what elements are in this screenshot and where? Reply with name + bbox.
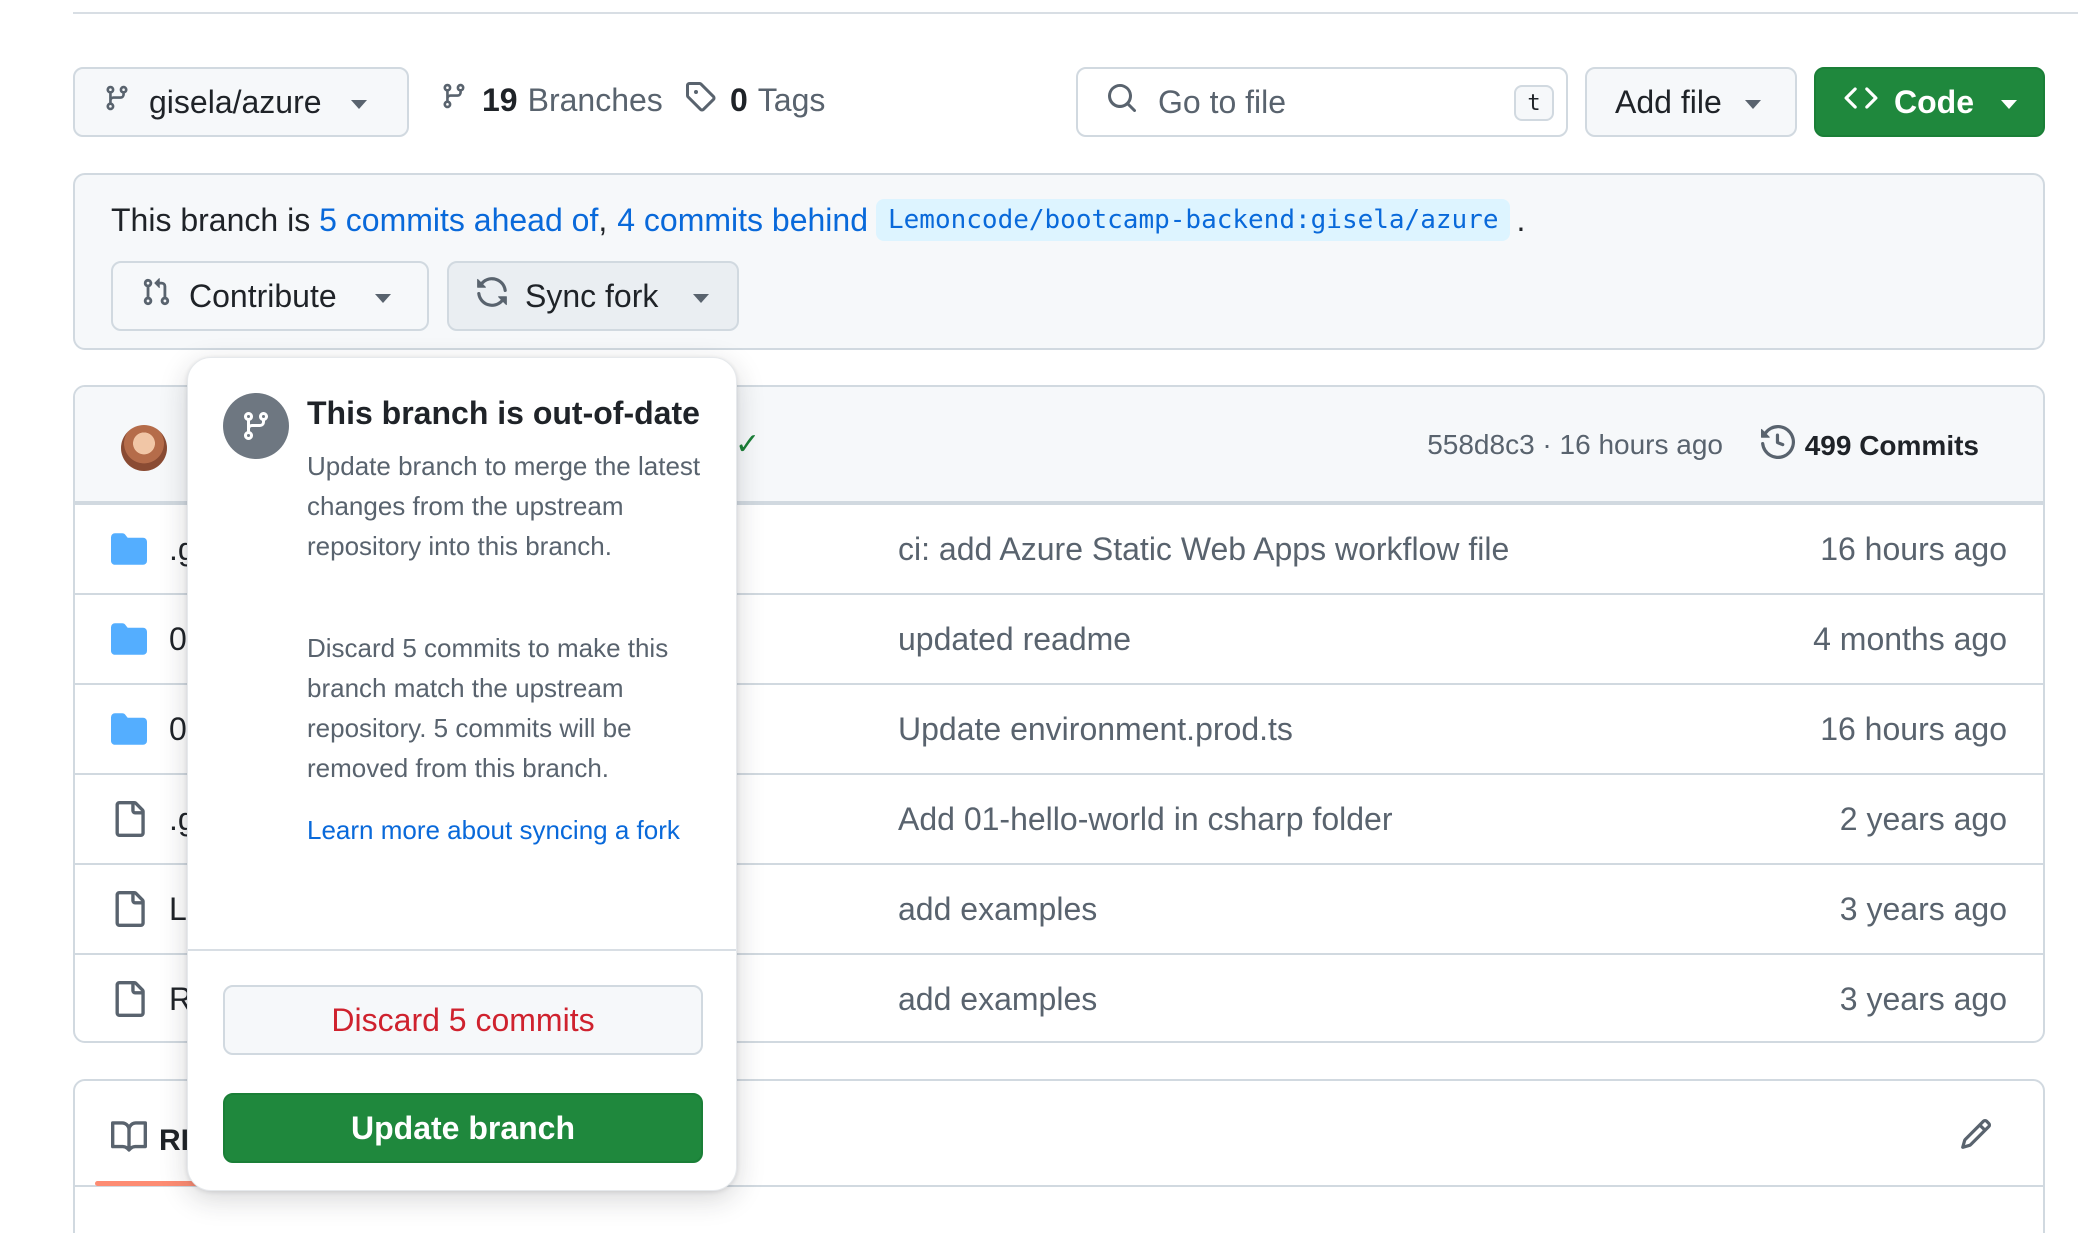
code-label: Code: [1894, 83, 1974, 120]
tag-icon: [684, 80, 716, 120]
readme-tab[interactable]: RI: [111, 1119, 189, 1163]
popover-update-description: Update branch to merge the latest change…: [307, 451, 701, 561]
pull-request-icon: [141, 276, 171, 316]
branches-link[interactable]: 19 Branches: [440, 80, 663, 120]
file-icon: [111, 891, 147, 935]
sync-fork-popover: This branch is out-of-date Update branch…: [187, 357, 737, 1191]
book-icon: [111, 1119, 148, 1163]
banner-period: .: [1516, 201, 1526, 238]
file-icon: [111, 801, 147, 845]
chevron-down-icon: [351, 100, 367, 109]
popover-title: This branch is out-of-date: [307, 395, 700, 431]
tags-count: 0: [730, 81, 748, 118]
chevron-down-icon: [375, 294, 391, 303]
check-icon[interactable]: ✓: [735, 427, 760, 462]
code-icon: [1844, 81, 1878, 123]
learn-more-link[interactable]: Learn more about syncing a fork: [307, 810, 687, 850]
git-branch-icon: [103, 82, 131, 122]
file-name[interactable]: L: [169, 891, 187, 928]
commit-time: 4 months ago: [1813, 621, 2007, 657]
chevron-down-icon: [693, 294, 709, 303]
search-icon: [1106, 82, 1138, 122]
popover-discard-description: Discard 5 commits to make this branch ma…: [307, 633, 669, 783]
sync-fork-button[interactable]: Sync fork: [447, 261, 739, 331]
banner-prefix: This branch is: [111, 201, 320, 238]
commit-message-link[interactable]: ci: add Azure Static Web Apps workflow f…: [898, 531, 1509, 568]
fork-status-banner: This branch is 5 commits ahead of , 4 co…: [73, 173, 2045, 350]
tags-link[interactable]: 0 Tags: [684, 80, 825, 120]
folder-icon: [111, 711, 147, 755]
add-file-label: Add file: [1615, 83, 1722, 120]
folder-icon: [111, 531, 147, 575]
top-divider: [73, 12, 2078, 14]
commit-message-link[interactable]: Update environment.prod.ts: [898, 711, 1293, 748]
branches-count: 19: [482, 81, 518, 118]
branch-name: gisela/azure: [149, 83, 322, 120]
commit-message-link[interactable]: add examples: [898, 981, 1097, 1018]
chevron-down-icon: [2001, 100, 2017, 109]
git-branch-icon: [223, 393, 289, 459]
commits-ahead-link[interactable]: 5 commits ahead of: [319, 202, 598, 239]
discard-commits-button[interactable]: Discard 5 commits: [223, 985, 703, 1055]
file-name[interactable]: 0: [169, 711, 187, 748]
commit-time: 3 years ago: [1839, 891, 2007, 927]
readme-tab-label: RI: [159, 1124, 189, 1157]
sync-icon: [475, 275, 509, 317]
banner-comma: ,: [598, 201, 608, 238]
search-placeholder: Go to file: [1158, 83, 1287, 120]
commit-time: 16 hours ago: [1820, 531, 2007, 567]
commit-message-link[interactable]: add examples: [898, 891, 1097, 928]
git-branch-icon: [440, 80, 468, 120]
fork-status-text: This branch is 5 commits ahead of , 4 co…: [111, 199, 1525, 241]
commit-message-link[interactable]: Add 01-hello-world in csharp folder: [898, 801, 1392, 838]
commit-time: 16 hours ago: [1820, 711, 2007, 747]
pencil-icon[interactable]: [1959, 1117, 1993, 1156]
tags-label: Tags: [757, 81, 826, 118]
branch-selector-button[interactable]: gisela/azure: [73, 67, 409, 137]
contribute-button[interactable]: Contribute: [111, 261, 429, 331]
file-icon: [111, 981, 147, 1025]
go-to-file-input[interactable]: Go to file t: [1076, 67, 1568, 137]
latest-commit-hash-time[interactable]: 558d8c3 · 16 hours ago: [1427, 429, 1723, 461]
branches-label: Branches: [527, 81, 663, 118]
add-file-button[interactable]: Add file: [1585, 67, 1797, 137]
keyboard-shortcut-hint: t: [1514, 85, 1554, 121]
file-name[interactable]: 0: [169, 621, 187, 658]
folder-icon: [111, 621, 147, 665]
commit-message-link[interactable]: updated readme: [898, 621, 1131, 658]
upstream-branch-ref[interactable]: Lemoncode/bootcamp-backend:gisela/azure: [876, 199, 1511, 241]
commit-time: 2 years ago: [1839, 801, 2007, 837]
popover-divider: [188, 949, 736, 951]
sync-fork-label: Sync fork: [525, 277, 659, 314]
history-icon: [1760, 424, 1795, 466]
code-button[interactable]: Code: [1814, 67, 2045, 137]
contribute-label: Contribute: [189, 277, 337, 314]
update-branch-button[interactable]: Update branch: [223, 1093, 703, 1163]
commits-count-label: 499 Commits: [1804, 429, 1979, 461]
commits-history-link[interactable]: 499 Commits: [1760, 424, 1979, 466]
chevron-down-icon: [1745, 100, 1761, 109]
avatar[interactable]: [121, 425, 167, 471]
active-tab-underline: [95, 1181, 205, 1186]
commits-behind-link[interactable]: 4 commits behind: [617, 202, 868, 239]
commit-time: 3 years ago: [1839, 981, 2007, 1017]
